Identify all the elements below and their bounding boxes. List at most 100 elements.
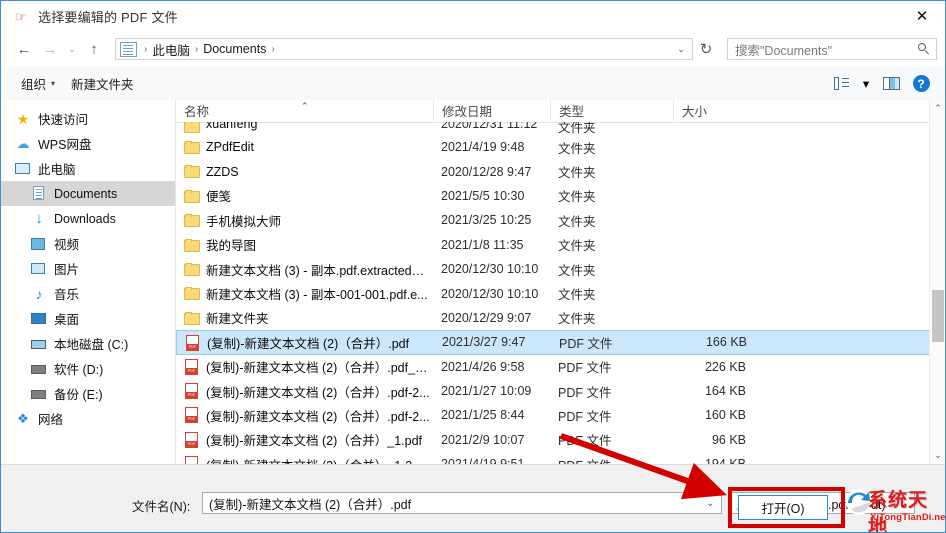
annotation-arrow <box>559 433 727 500</box>
cell-date: 2020/12/30 10:10 <box>441 262 539 277</box>
sidebar-item-3[interactable]: Documents <box>1 181 175 206</box>
sidebar-item-label: 图片 <box>54 263 80 277</box>
scroll-up-icon[interactable]: ⌃ <box>930 100 945 117</box>
sidebar-item-8[interactable]: 桌面 <box>1 306 175 331</box>
sidebar-item-6[interactable]: 图片 <box>1 256 175 281</box>
sidebar-item-2[interactable]: 此电脑 <box>1 156 175 181</box>
desktop-icon <box>31 311 47 327</box>
sidebar-item-11[interactable]: 备份 (E:) <box>1 381 175 406</box>
table-row[interactable]: (复制)-新建文本文档 (2)（合并）.pdf_2... 2021/4/26 9:… <box>176 355 945 379</box>
table-row[interactable]: (复制)-新建文本文档 (2)（合并）.pdf 2021/3/27 9:47 PDF… <box>176 330 945 355</box>
table-row[interactable]: 新建文本文档 (3) - 副本-001-001.pdf.e... 2020/12/… <box>176 281 945 305</box>
view-options-button[interactable] <box>829 72 853 96</box>
column-header-name[interactable]: 名称 <box>184 100 209 121</box>
scroll-down-icon[interactable]: ⌄ <box>930 447 945 464</box>
sidebar-item-label: Documents <box>54 186 118 201</box>
command-toolbar: 组织 ▾ 新建文件夹 ▾ ? <box>1 67 945 101</box>
chevron-down-icon[interactable]: ⌄ <box>670 39 692 59</box>
history-dropdown-icon[interactable]: ⌄ <box>63 36 81 62</box>
help-button[interactable]: ? <box>909 72 933 96</box>
disk-icon <box>31 361 47 377</box>
column-header-size[interactable]: 大小 <box>673 100 707 121</box>
sidebar-item-12[interactable]: ❖ 网络 <box>1 406 175 431</box>
cell-type: 文件夹 <box>558 190 596 205</box>
table-row[interactable]: 新建文件夹 2020/12/29 9:07 文件夹 <box>176 306 945 330</box>
breadcrumb[interactable]: › 此电脑 › Documents › ⌄ <box>115 38 693 60</box>
scrollbar-thumb[interactable] <box>932 290 944 342</box>
sidebar-item-7[interactable]: ♪ 音乐 <box>1 281 175 306</box>
cell-date: 2021/1/25 8:44 <box>441 408 525 423</box>
folder-icon <box>184 188 201 204</box>
cell-name: 手机模拟大师 <box>206 214 282 229</box>
cell-name: 新建文本文档 (3) - 副本-001-001.pdf.e... <box>206 288 428 303</box>
sort-ascending-icon: ⌃ <box>301 101 309 111</box>
refresh-icon[interactable]: ↻ <box>693 36 719 62</box>
pdf-icon <box>184 431 201 448</box>
cell-name: (复制)-新建文本文档 (2)（合并）.pdf <box>207 336 410 351</box>
table-row[interactable]: 我的导图 2021/1/8 11:35 文件夹 <box>176 233 945 257</box>
sidebar-item-1[interactable]: ☁ WPS网盘 <box>1 131 175 156</box>
table-row[interactable]: xuanfeng 2020/12/31 11:12 文件夹 <box>176 122 945 135</box>
cell-name: (复制)-新建文本文档 (2)（合并）.pdf-2... <box>206 409 430 424</box>
table-row[interactable]: 新建文本文档 (3) - 副本.pdf.extracted_i... 2020/1… <box>176 257 945 281</box>
vertical-scrollbar[interactable]: ⌃ ⌄ <box>929 100 945 464</box>
sidebar-item-9[interactable]: 本地磁盘 (C:) <box>1 331 175 356</box>
table-row[interactable]: ZZDS 2020/12/28 9:47 文件夹 <box>176 159 945 183</box>
cell-name: 新建文本文档 (3) - 副本.pdf.extracted_i... <box>206 263 431 278</box>
column-header-type[interactable]: 类型 <box>550 100 584 121</box>
view-options-icon <box>833 77 849 90</box>
cell-type: 文件夹 <box>558 312 596 327</box>
search-input[interactable]: 搜索"Documents" <box>727 38 937 60</box>
cell-size: 226 KB <box>704 359 746 374</box>
search-icon <box>918 43 930 55</box>
breadcrumb-item-computer[interactable]: 此电脑 <box>152 40 190 59</box>
cell-name: (复制)-新建文本文档 (2)（合并）_1-2.pdf <box>206 455 431 464</box>
cell-date: 2020/12/30 10:10 <box>441 286 539 301</box>
computer-icon <box>15 161 31 177</box>
cell-date: 2021/3/25 10:25 <box>441 213 532 228</box>
sidebar-item-4[interactable]: ↓ Downloads <box>1 206 175 231</box>
up-button[interactable]: ↑ <box>81 36 107 62</box>
table-row[interactable]: 手机模拟大师 2021/3/25 10:25 文件夹 <box>176 208 945 232</box>
sidebar-item-0[interactable]: ★ 快速访问 <box>1 106 175 131</box>
close-icon[interactable]: ✕ <box>899 1 945 31</box>
pdf-icon <box>185 335 202 352</box>
pdf-icon <box>184 382 201 399</box>
view-options-caret[interactable]: ▾ <box>859 72 873 96</box>
cell-type: PDF 文件 <box>558 361 612 376</box>
cell-type: 文件夹 <box>558 214 596 229</box>
download-icon: ↓ <box>35 209 43 227</box>
forward-button[interactable]: → <box>37 36 63 62</box>
column-header-date[interactable]: 修改日期 <box>433 100 492 121</box>
back-button[interactable]: ← <box>11 36 37 62</box>
sidebar-item-5[interactable]: 视频 <box>1 231 175 256</box>
cell-date: 2021/4/26 9:58 <box>441 359 525 374</box>
table-row[interactable]: 便笺 2021/5/5 10:30 文件夹 <box>176 184 945 208</box>
pictures-icon <box>31 261 47 277</box>
video-icon <box>31 236 47 252</box>
cell-date: 2021/4/19 9:48 <box>441 140 525 155</box>
title-bar: ☞ 选择要编辑的 PDF 文件 ✕ <box>1 1 945 31</box>
table-row[interactable]: ZPdfEdit 2021/4/19 9:48 文件夹 <box>176 135 945 159</box>
table-row[interactable]: (复制)-新建文本文档 (2)（合并）.pdf-2... 2021/1/25 8:… <box>176 403 945 427</box>
pdf-icon <box>184 358 201 375</box>
documents-icon <box>31 185 47 202</box>
cell-name: (复制)-新建文本文档 (2)（合并）.pdf-2... <box>206 385 430 400</box>
cell-type: PDF 文件 <box>559 336 613 351</box>
breadcrumb-item-documents[interactable]: Documents <box>203 42 266 56</box>
cell-size: 166 KB <box>705 335 747 350</box>
cell-name: ZPdfEdit <box>206 140 254 155</box>
new-folder-button[interactable]: 新建文件夹 <box>63 72 142 96</box>
watermark-subtext: XiTongTianDi.net <box>870 512 946 523</box>
cell-date: 2020/12/29 9:07 <box>441 310 532 325</box>
search-placeholder: 搜索"Documents" <box>735 43 833 58</box>
sidebar-item-10[interactable]: 软件 (D:) <box>1 356 175 381</box>
navigation-bar: ← → ⌄ ↑ › 此电脑 › Documents › ⌄ ↻ 搜索"Docum… <box>1 31 945 67</box>
table-row[interactable]: (复制)-新建文本文档 (2)（合并）.pdf-2... 2021/1/27 10… <box>176 379 945 403</box>
organize-button[interactable]: 组织 ▾ <box>13 72 63 96</box>
cell-type: 文件夹 <box>558 141 596 156</box>
preview-pane-button[interactable] <box>879 72 903 96</box>
sidebar-item-label: WPS网盘 <box>38 138 92 152</box>
cell-type: PDF 文件 <box>558 385 612 400</box>
cell-type: 文件夹 <box>558 166 596 181</box>
